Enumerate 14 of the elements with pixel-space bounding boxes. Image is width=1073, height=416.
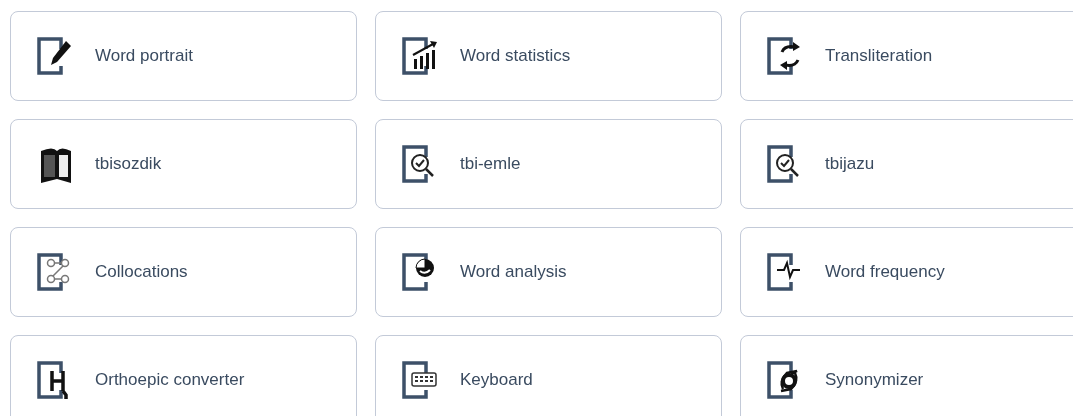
tool-link[interactable]: tbisozdik bbox=[10, 119, 357, 209]
tool-link[interactable]: Keyboard bbox=[375, 335, 722, 416]
tool-link[interactable]: tbi-emle bbox=[375, 119, 722, 209]
bar-chart-icon bbox=[400, 35, 440, 77]
tool-link[interactable]: Word frequency bbox=[740, 227, 1073, 317]
tool-link[interactable]: Collocations bbox=[10, 227, 357, 317]
keyboard-icon bbox=[400, 359, 440, 401]
tool-link[interactable]: Word analysis bbox=[375, 227, 722, 317]
tool-link[interactable]: tbijazu bbox=[740, 119, 1073, 209]
tool-link[interactable]: Word statistics bbox=[375, 11, 722, 101]
tool-link[interactable]: Transliteration bbox=[740, 11, 1073, 101]
tool-link[interactable]: Synonymizer bbox=[740, 335, 1073, 416]
tool-link[interactable]: Orthoepic converter bbox=[10, 335, 357, 416]
tool-link[interactable]: Word portrait bbox=[10, 11, 357, 101]
